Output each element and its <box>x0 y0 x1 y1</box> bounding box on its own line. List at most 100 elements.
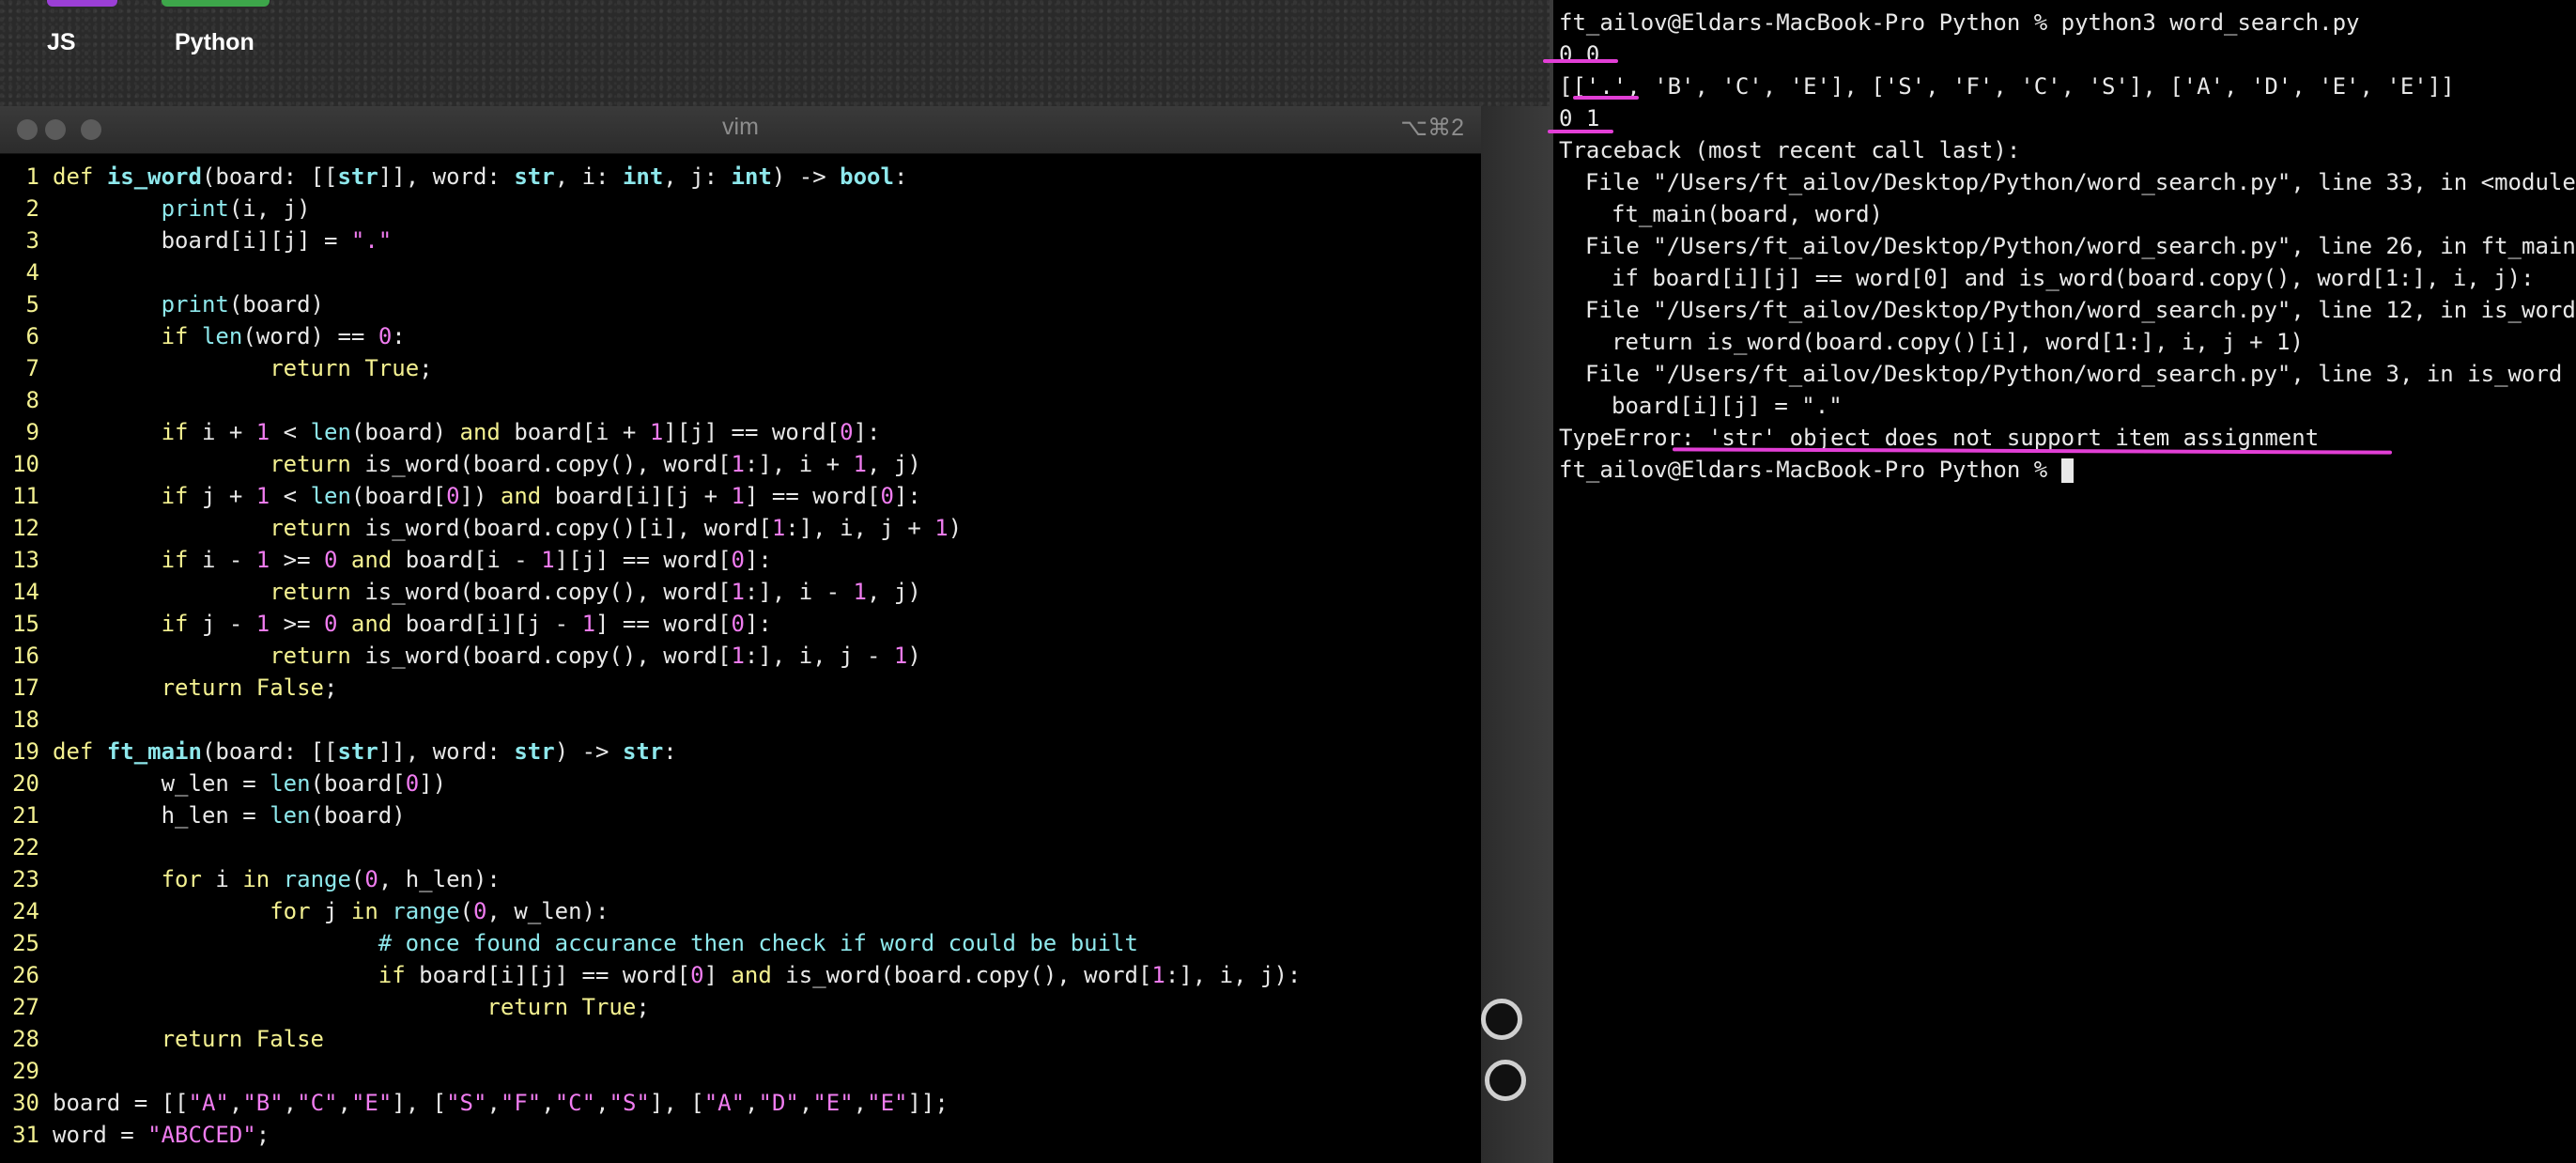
code-text[interactable]: return is_word(board.copy(), word[1:], i… <box>53 576 921 608</box>
code-line[interactable]: 22 <box>0 831 39 863</box>
line-number: 22 <box>12 834 39 861</box>
terminal-line: 0 0 <box>1559 41 1600 68</box>
dock-indicator <box>47 0 117 7</box>
code-text[interactable]: if i - 1 >= 0 and board[i - 1][j] == wor… <box>53 544 772 576</box>
window-divider <box>1550 0 1553 1163</box>
code-line[interactable]: 26 if board[i][j] == word[0] and is_word… <box>0 959 1301 991</box>
line-number: 11 <box>12 483 39 509</box>
code-line[interactable]: 27 return True; <box>0 991 650 1023</box>
code-line[interactable]: 25 # once found accurance then check if … <box>0 927 1138 959</box>
code-text[interactable]: if j + 1 < len(board[0]) and board[i][j … <box>53 480 921 512</box>
code-line[interactable]: 5 print(board) <box>0 288 324 320</box>
line-number: 30 <box>12 1090 39 1116</box>
code-text[interactable]: for i in range(0, h_len): <box>53 863 501 895</box>
line-number: 24 <box>12 898 39 924</box>
code-line[interactable]: 4 <box>0 256 39 288</box>
code-line[interactable]: 9 if i + 1 < len(board) and board[i + 1]… <box>0 416 881 448</box>
terminal-line: return is_word(board.copy()[i], word[1:]… <box>1612 329 2304 355</box>
code-line[interactable]: 6 if len(word) == 0: <box>0 320 406 352</box>
line-number: 5 <box>25 291 39 318</box>
code-line[interactable]: 17 return False; <box>0 672 337 704</box>
decor-eyelet <box>1481 999 1522 1040</box>
line-number: 10 <box>12 451 39 477</box>
dock-indicator <box>162 0 270 7</box>
window-shortcut: ⌥⌘2 <box>1400 115 1464 141</box>
code-text[interactable]: if i + 1 < len(board) and board[i + 1][j… <box>53 416 881 448</box>
line-number: 17 <box>12 675 39 701</box>
line-number: 12 <box>12 515 39 541</box>
code-line[interactable]: 12 return is_word(board.copy()[i], word[… <box>0 512 962 544</box>
code-text[interactable]: return True; <box>53 991 649 1023</box>
line-number: 27 <box>12 994 39 1020</box>
code-line[interactable]: 3 board[i][j] = "." <box>0 225 393 256</box>
terminal-line: Traceback (most recent call last): <box>1559 137 2021 163</box>
line-number: 2 <box>25 195 39 222</box>
line-number: 23 <box>12 866 39 892</box>
code-line[interactable]: 19 def ft_main(board: [[str]], word: str)… <box>0 736 677 768</box>
code-line[interactable]: 11 if j + 1 < len(board[0]) and board[i]… <box>0 480 921 512</box>
code-line[interactable]: 29 <box>0 1055 39 1087</box>
terminal-line: if board[i][j] == word[0] and is_word(bo… <box>1612 265 2535 291</box>
code-text[interactable]: # once found accurance then check if wor… <box>53 927 1138 959</box>
code-text[interactable]: return False; <box>53 672 338 704</box>
window-title: vim <box>722 114 759 140</box>
code-text[interactable]: if len(word) == 0: <box>53 320 406 352</box>
line-number: 3 <box>25 227 39 254</box>
code-text[interactable]: return is_word(board.copy(), word[1:], i… <box>53 448 921 480</box>
terminal-line: File "/Users/ft_ailov/Desktop/Python/wor… <box>1585 233 2576 259</box>
terminal-line: board[i][j] = "." <box>1612 393 1843 419</box>
code-line[interactable]: 2 print(i, j) <box>0 193 311 225</box>
line-number: 16 <box>12 643 39 669</box>
line-number: 31 <box>12 1122 39 1148</box>
code-text[interactable]: def ft_main(board: [[str]], word: str) -… <box>53 736 677 768</box>
line-number: 20 <box>12 770 39 797</box>
code-text[interactable]: h_len = len(board) <box>53 799 406 831</box>
code-line[interactable]: 8 <box>0 384 39 416</box>
dock-label: Python <box>175 29 255 55</box>
line-number: 29 <box>12 1058 39 1084</box>
line-number: 25 <box>12 930 39 956</box>
code-text[interactable]: board[i][j] = "." <box>53 225 393 256</box>
line-number: 14 <box>12 579 39 605</box>
annotation-underline <box>1548 130 1613 133</box>
code-line[interactable]: 15 if j - 1 >= 0 and board[i][j - 1] == … <box>0 608 772 640</box>
code-text[interactable]: print(i, j) <box>53 193 311 225</box>
code-text[interactable]: return is_word(board.copy(), word[1:], i… <box>53 640 921 672</box>
line-number: 6 <box>25 323 39 349</box>
code-line[interactable]: 14 return is_word(board.copy(), word[1:]… <box>0 576 921 608</box>
code-text[interactable]: board = [["A","B","C","E"], ["S","F","C"… <box>53 1087 949 1119</box>
code-line[interactable]: 10 return is_word(board.copy(), word[1:]… <box>0 448 921 480</box>
line-number: 4 <box>25 259 39 286</box>
code-text[interactable]: if board[i][j] == word[0] and is_word(bo… <box>53 959 1302 991</box>
dock-label: JS <box>47 29 76 55</box>
code-line[interactable]: 21 h_len = len(board) <box>0 799 406 831</box>
code-text[interactable]: for j in range(0, w_len): <box>53 895 609 927</box>
code-line[interactable]: 28 return False <box>0 1023 324 1055</box>
code-line[interactable]: 31 word = "ABCCED"; <box>0 1119 270 1151</box>
line-number: 15 <box>12 611 39 637</box>
code-line[interactable]: 1 def is_word(board: [[str]], word: str, … <box>0 161 908 193</box>
code-text[interactable]: w_len = len(board[0]) <box>53 768 446 799</box>
code-text[interactable]: return is_word(board.copy()[i], word[1:]… <box>53 512 962 544</box>
vim-window[interactable]: vim ⌥⌘2 1 def is_word(board: [[str]], wor… <box>0 106 1481 1163</box>
code-line[interactable]: 20 w_len = len(board[0]) <box>0 768 446 799</box>
code-text[interactable]: print(board) <box>53 288 324 320</box>
code-line[interactable]: 7 return True; <box>0 352 433 384</box>
code-text[interactable]: def is_word(board: [[str]], word: str, i… <box>53 161 907 193</box>
terminal-line: ft_main(board, word) <box>1612 201 1883 227</box>
window-titlebar[interactable]: vim ⌥⌘2 <box>0 106 1481 154</box>
line-number: 1 <box>25 163 39 190</box>
code-line[interactable]: 24 for j in range(0, w_len): <box>0 895 609 927</box>
terminal-line: File "/Users/ft_ailov/Desktop/Python/wor… <box>1585 297 2576 323</box>
code-text[interactable]: word = "ABCCED"; <box>53 1119 270 1151</box>
code-line[interactable]: 30 board = [["A","B","C","E"], ["S","F","… <box>0 1087 949 1119</box>
code-line[interactable]: 18 <box>0 704 39 736</box>
code-line[interactable]: 13 if i - 1 >= 0 and board[i - 1][j] == … <box>0 544 772 576</box>
code-line[interactable]: 16 return is_word(board.copy(), word[1:]… <box>0 640 921 672</box>
code-text[interactable]: return True; <box>53 352 432 384</box>
code-text[interactable]: return False <box>53 1023 324 1055</box>
code-text[interactable]: if j - 1 >= 0 and board[i][j - 1] == wor… <box>53 608 772 640</box>
line-number: 19 <box>12 738 39 765</box>
line-number: 13 <box>12 547 39 573</box>
code-line[interactable]: 23 for i in range(0, h_len): <box>0 863 501 895</box>
